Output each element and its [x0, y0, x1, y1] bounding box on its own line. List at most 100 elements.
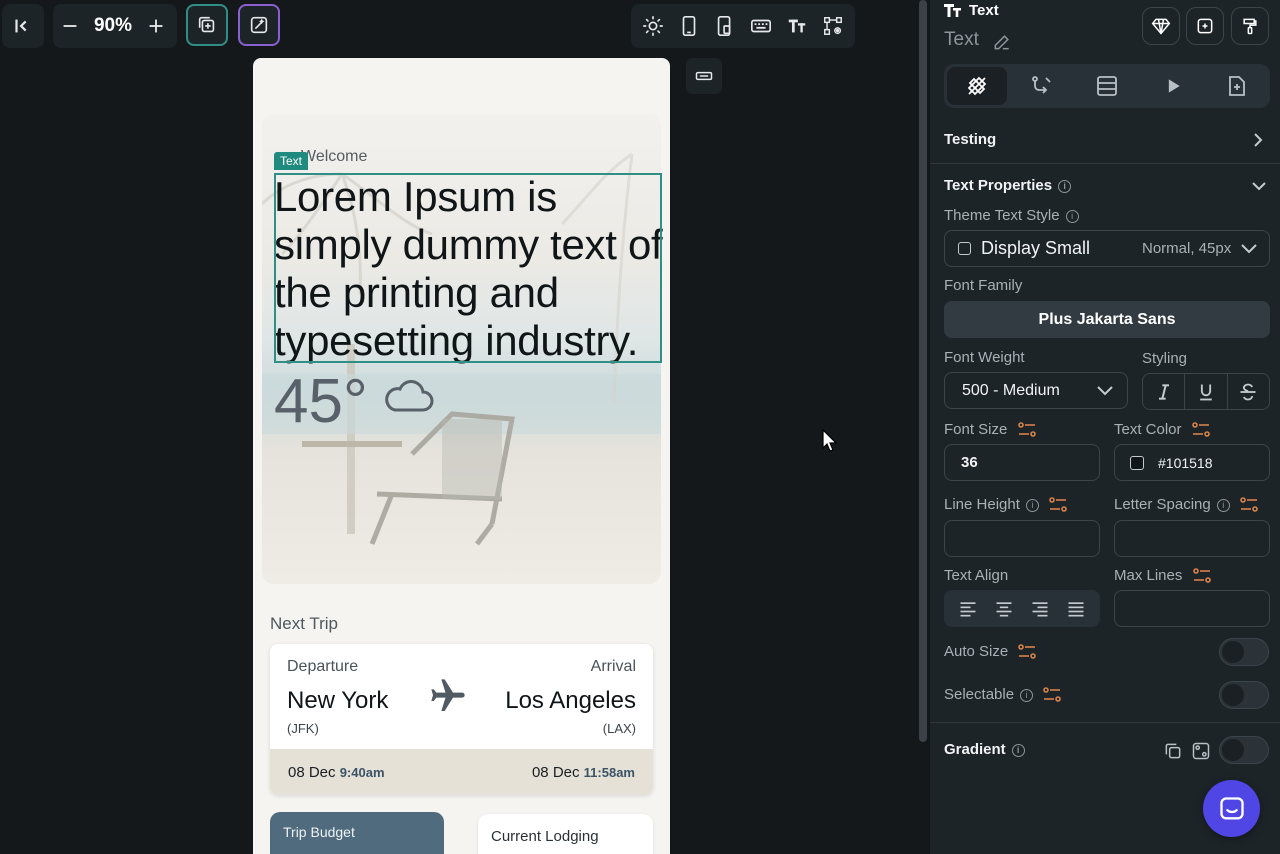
variable-icon[interactable] [1049, 497, 1067, 513]
layout-settings-icon[interactable] [815, 6, 851, 46]
max-lines-input[interactable] [1114, 590, 1270, 627]
welcome-text: Welcome [301, 148, 368, 165]
line-height-input[interactable] [944, 520, 1100, 557]
variable-icon[interactable] [1017, 422, 1036, 438]
departure-label: Departure [287, 658, 359, 675]
auto-size-row: Auto Size [944, 643, 1037, 660]
edit-pencil-icon[interactable] [992, 32, 1012, 52]
selectable-row: Selectable i [944, 686, 1062, 703]
toolbar-collapse-group [2, 4, 44, 48]
text-color-value: #101518 [1158, 455, 1213, 471]
underline-button[interactable] [1185, 374, 1228, 409]
add-layer-icon [198, 16, 215, 33]
info-icon: i [1025, 498, 1039, 512]
align-right-icon[interactable] [1030, 599, 1050, 619]
keyboard-icon[interactable] [743, 6, 779, 46]
font-family-select[interactable]: Plus Jakarta Sans [944, 301, 1270, 338]
strikethrough-button[interactable] [1228, 374, 1269, 409]
tab-actions[interactable] [1022, 72, 1062, 100]
current-lodging-card[interactable]: Current Lodging [478, 814, 653, 854]
diamond-icon [1151, 18, 1171, 35]
gradient-row: Gradient i [944, 741, 1025, 758]
arrival-time: 11:58am [583, 764, 635, 780]
theme-text-style-select[interactable]: Display Small Normal, 45px [944, 230, 1270, 267]
font-weight-label: Font Weight [944, 349, 1025, 366]
zoom-in-icon[interactable] [139, 6, 173, 46]
font-size-row: Font Size [944, 421, 1036, 438]
text-scale-icon[interactable] [779, 6, 815, 46]
magic-wand-icon [250, 16, 268, 34]
tab-animations[interactable] [1153, 72, 1193, 100]
widget-name[interactable]: Text [944, 29, 979, 51]
widget-type-label: Text [969, 2, 999, 19]
info-icon: i [1058, 179, 1072, 193]
style-checkbox[interactable] [958, 242, 971, 255]
styling-toggle-group [1142, 373, 1270, 410]
align-center-icon[interactable] [994, 599, 1014, 619]
support-chat-button[interactable] [1203, 780, 1260, 837]
light-mode-icon[interactable] [635, 6, 671, 46]
italic-button[interactable] [1143, 374, 1186, 409]
magic-edit-button[interactable] [238, 4, 280, 46]
auto-size-toggle[interactable] [1219, 638, 1269, 666]
tab-properties[interactable] [947, 67, 1007, 105]
styling-label: Styling [1142, 350, 1188, 367]
testing-label[interactable]: Testing [944, 131, 996, 148]
add-widget-button[interactable] [186, 4, 228, 46]
paste-style-icon[interactable] [1191, 741, 1211, 761]
variable-icon[interactable] [1240, 497, 1258, 513]
copy-icon[interactable] [1163, 741, 1183, 761]
trip-card[interactable]: Departure Arrival New York Los Angeles (… [270, 644, 653, 795]
align-left-icon[interactable] [958, 599, 978, 619]
tab-backend[interactable] [1087, 72, 1127, 100]
variable-icon[interactable] [1043, 687, 1062, 703]
selection-outline [274, 173, 662, 363]
phone-canvas[interactable]: Welcome Text Lorem Ipsum is simply dummy… [253, 58, 670, 854]
font-size-label: Font Size [944, 421, 1008, 438]
trip-budget-card[interactable]: Trip Budget [270, 812, 444, 854]
divider [930, 163, 1280, 164]
color-swatch[interactable] [1130, 456, 1144, 470]
text-properties-header[interactable]: Text Properties i [944, 177, 1072, 194]
widget-frame-icon [695, 71, 713, 81]
font-weight-select[interactable]: 500 - Medium [944, 372, 1128, 409]
text-color-label: Text Color [1114, 421, 1182, 438]
design-tools-icon [967, 76, 987, 96]
device-frame-icon[interactable] [707, 6, 743, 46]
departure-city: New York [287, 687, 389, 714]
letter-spacing-label: Letter Spacing [1114, 496, 1211, 513]
arrival-date: 08 Dec [531, 763, 580, 781]
font-family-label: Font Family [944, 277, 1023, 294]
theme-style-button[interactable] [1231, 7, 1269, 45]
text-color-input[interactable]: #101518 [1114, 444, 1270, 481]
theme-text-style-label: Theme Text Style [944, 207, 1060, 224]
tab-notes[interactable] [1217, 72, 1257, 100]
collapse-left-icon[interactable] [2, 6, 42, 46]
variable-icon[interactable] [1191, 422, 1210, 438]
letter-spacing-input[interactable] [1114, 520, 1270, 557]
chevron-down-icon[interactable] [1250, 178, 1268, 194]
gradient-toggle[interactable] [1219, 736, 1269, 764]
airplane-icon [431, 679, 465, 711]
chevron-down-icon [1097, 386, 1113, 396]
zoom-out-icon[interactable] [53, 6, 87, 46]
phone-device-icon[interactable] [671, 6, 707, 46]
trip-times-bar: 08 Dec 9:40am 08 Dec 11:58am [270, 749, 653, 795]
info-icon: i [1216, 498, 1230, 512]
font-family-value: Plus Jakarta Sans [1038, 310, 1176, 328]
arrival-code: (LAX) [602, 721, 636, 736]
font-size-input[interactable]: 36 [944, 444, 1100, 481]
canvas-widget-toggle[interactable] [686, 58, 722, 94]
departure-date: 08 Dec [288, 763, 336, 781]
canvas-scrollbar-thumb[interactable] [919, 0, 927, 742]
add-component-button[interactable] [1186, 7, 1224, 45]
diamond-button[interactable] [1142, 7, 1180, 45]
align-justify-icon[interactable] [1066, 599, 1086, 619]
info-icon: i [1011, 743, 1025, 757]
underline-icon [1200, 384, 1212, 400]
selectable-toggle[interactable] [1219, 681, 1269, 709]
selectable-label: Selectable [944, 686, 1015, 703]
variable-icon[interactable] [1192, 568, 1211, 584]
variable-icon[interactable] [1018, 644, 1037, 660]
chevron-right-icon[interactable] [1250, 131, 1266, 149]
